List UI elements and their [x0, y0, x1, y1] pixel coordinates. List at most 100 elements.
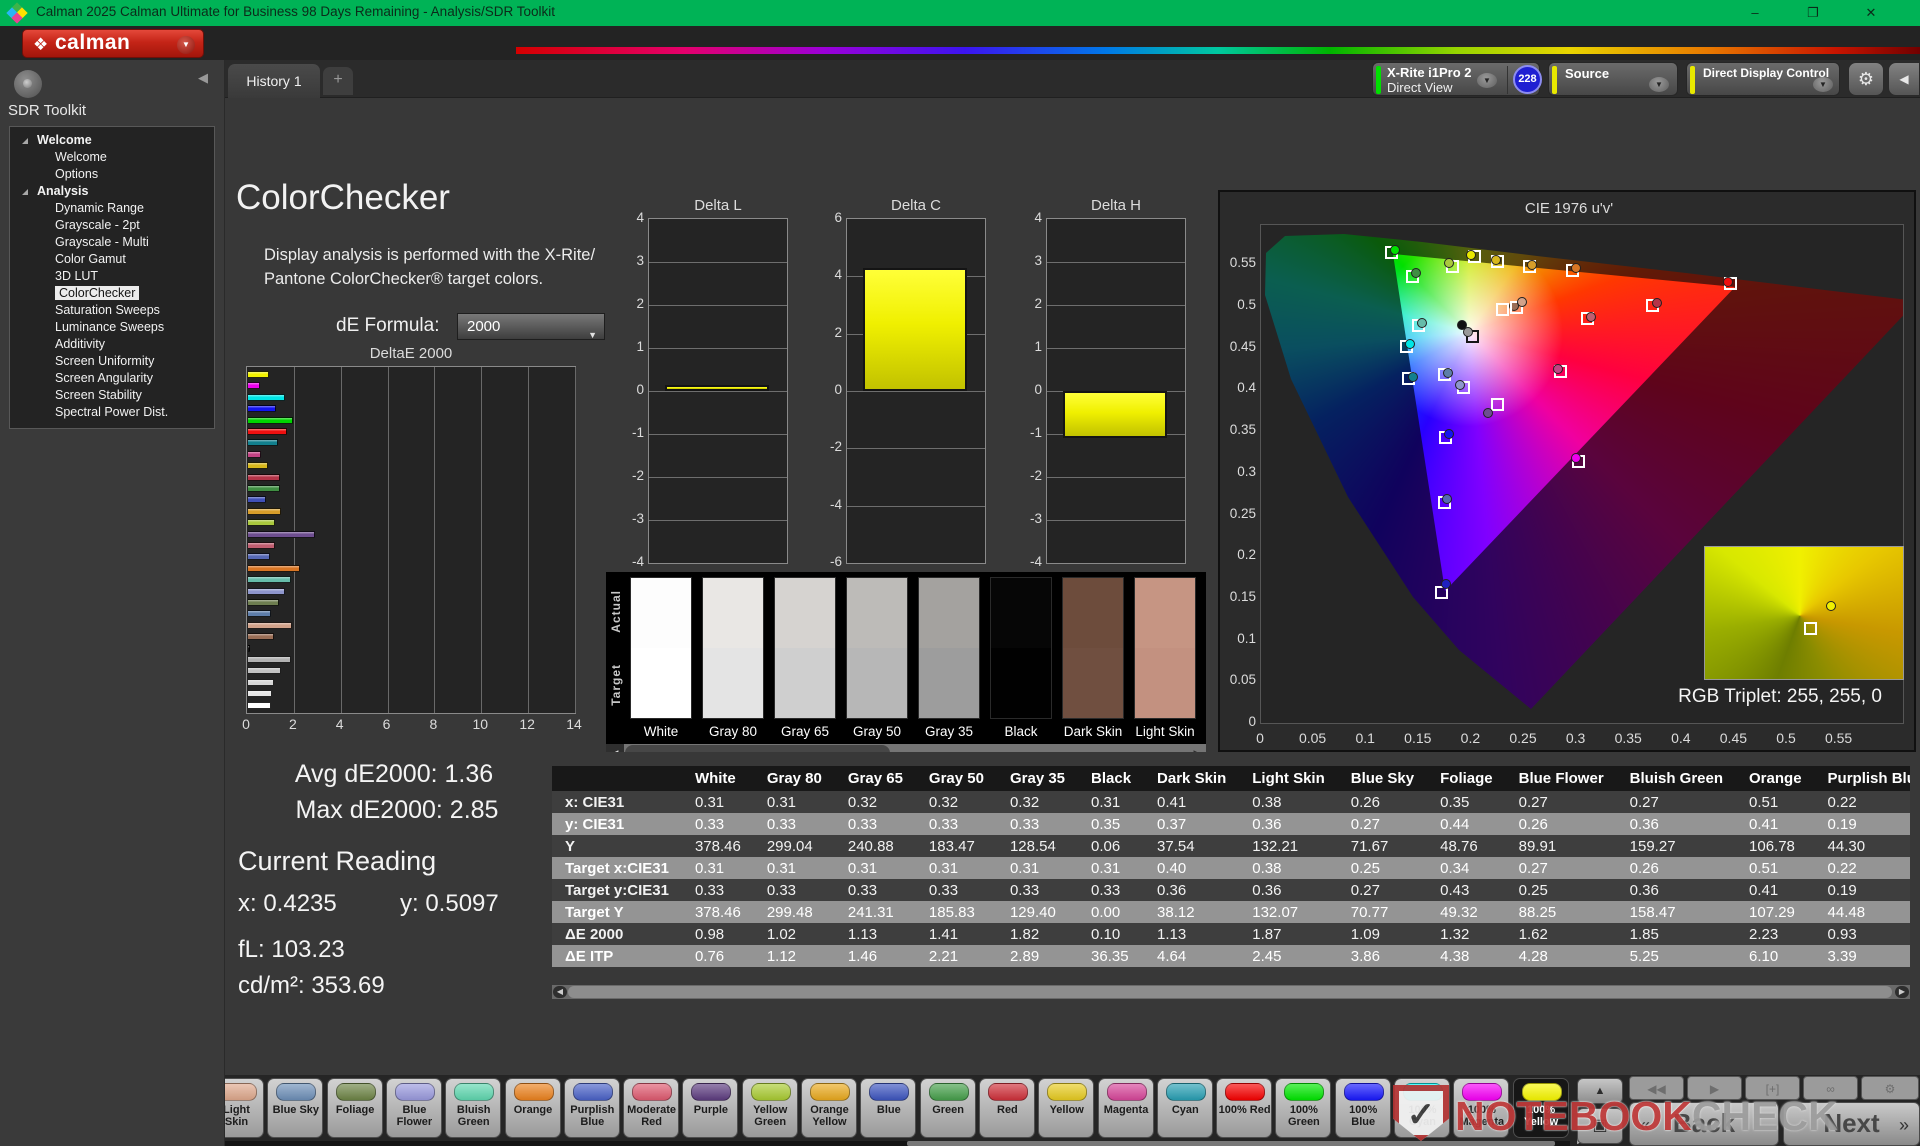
- x-tick-label: 12: [512, 716, 542, 732]
- patch-button-100-red[interactable]: 100% Red: [1216, 1078, 1272, 1138]
- sidebar-item-dynamic-range[interactable]: Dynamic Range: [10, 200, 214, 217]
- window-title: Calman 2025 Calman Ultimate for Business…: [36, 4, 555, 19]
- patch-button-orange[interactable]: Orange: [505, 1078, 561, 1138]
- y-tick-label: -3: [614, 511, 644, 526]
- patch-button-bluish-green[interactable]: Bluish Green: [445, 1078, 501, 1138]
- patch-button-light-skin[interactable]: Light Skin: [225, 1078, 264, 1138]
- table-header-cell: Gray 80: [754, 766, 835, 791]
- scroll-right-icon[interactable]: ▶: [1188, 744, 1206, 752]
- sidebar-item-additivity[interactable]: Additivity: [10, 336, 214, 353]
- patch-button-purplish-blue[interactable]: Purplish Blue: [564, 1078, 620, 1138]
- patch-button-blue-sky[interactable]: Blue Sky: [267, 1078, 323, 1138]
- deltae-bar-blue: [248, 496, 266, 503]
- de-formula-select[interactable]: 2000 ▼: [457, 313, 605, 340]
- patch-button-foliage[interactable]: Foliage: [327, 1078, 383, 1138]
- maximize-icon[interactable]: ❐: [1790, 0, 1836, 26]
- patch-color-chip: [929, 1083, 969, 1101]
- patch-button-cyan[interactable]: Cyan: [1157, 1078, 1213, 1138]
- patch-button-magenta[interactable]: Magenta: [1098, 1078, 1154, 1138]
- patch-color-chip: [1225, 1083, 1265, 1101]
- scroll-left-icon[interactable]: ◀: [606, 744, 624, 752]
- sidebar-item-label: Grayscale - Multi: [55, 235, 149, 249]
- sidebar-item-color-gamut[interactable]: Color Gamut: [10, 251, 214, 268]
- sidebar-item-saturation-sweeps[interactable]: Saturation Sweeps: [10, 302, 214, 319]
- sidebar-item-grayscale-multi[interactable]: Grayscale - Multi: [10, 234, 214, 251]
- settings-button[interactable]: ⚙: [1848, 62, 1884, 96]
- sidebar-item-label: Options: [55, 167, 98, 181]
- expand-arrow-icon[interactable]: [22, 138, 28, 144]
- sidebar-item-welcome[interactable]: Welcome: [10, 132, 214, 149]
- sidebar-item-spectral-power-dist-[interactable]: Spectral Power Dist.: [10, 404, 214, 421]
- meter-dropdown[interactable]: X-Rite i1Pro 2 Direct View ▼ 228: [1372, 62, 1540, 96]
- table-scrollbar[interactable]: ◀ ▶: [552, 985, 1910, 999]
- patch-button-moderate-red[interactable]: Moderate Red: [623, 1078, 679, 1138]
- scroll-left-icon[interactable]: ◀: [553, 986, 567, 998]
- minimize-icon[interactable]: –: [1732, 0, 1778, 26]
- delta-bar: [863, 268, 967, 391]
- table-header-cell: Light Skin: [1239, 766, 1338, 791]
- sidebar-item-colorchecker[interactable]: ColorChecker: [10, 285, 214, 302]
- sidebar-item-3d-lut[interactable]: 3D LUT: [10, 268, 214, 285]
- source-dropdown[interactable]: Source ▼: [1548, 62, 1678, 96]
- gridline: [649, 262, 787, 263]
- patch-button-red[interactable]: Red: [979, 1078, 1035, 1138]
- sidebar-item-luminance-sweeps[interactable]: Luminance Sweeps: [10, 319, 214, 336]
- gridline: [649, 434, 787, 435]
- patch-button-100-blue[interactable]: 100% Blue: [1335, 1078, 1391, 1138]
- sidebar-item-welcome[interactable]: Welcome: [10, 149, 214, 166]
- gridline: [847, 391, 985, 392]
- sidebar-item-analysis[interactable]: Analysis: [10, 183, 214, 200]
- patch-scrollbar[interactable]: ▶: [225, 1141, 1570, 1146]
- patch-button-100-green[interactable]: 100% Green: [1275, 1078, 1331, 1138]
- sidebar-item-screen-angularity[interactable]: Screen Angularity: [10, 370, 214, 387]
- sidebar-item-label: Additivity: [55, 337, 105, 351]
- sidebar-item-grayscale-2pt[interactable]: Grayscale - 2pt: [10, 217, 214, 234]
- display-control-dropdown[interactable]: Direct Display Control ▼: [1686, 62, 1840, 96]
- table-cell: 0.19: [1815, 879, 1910, 901]
- scrollbar-thumb[interactable]: [625, 745, 890, 752]
- patch-button-blue-flower[interactable]: Blue Flower: [386, 1078, 442, 1138]
- patch-button-orange-yellow[interactable]: Orange Yellow: [801, 1078, 857, 1138]
- table-header-cell: Dark Skin: [1144, 766, 1239, 791]
- close-icon[interactable]: ✕: [1848, 0, 1894, 26]
- sidebar-collapse-icon[interactable]: ◀: [198, 70, 208, 86]
- sidebar-item-screen-uniformity[interactable]: Screen Uniformity: [10, 353, 214, 370]
- swatch-gray-65: [774, 577, 836, 719]
- row-label: Target y:CIE31: [552, 879, 682, 901]
- patch-button-yellow[interactable]: Yellow: [1038, 1078, 1094, 1138]
- swatch-actual: [991, 578, 1051, 648]
- scroll-right-icon[interactable]: ▶: [1895, 986, 1909, 998]
- patch-button-green[interactable]: Green: [920, 1078, 976, 1138]
- patch-button-purple[interactable]: Purple: [682, 1078, 738, 1138]
- gridline: [649, 477, 787, 478]
- reading-fl: fL: 103.23: [238, 936, 345, 964]
- options-button[interactable]: ⚙: [1861, 1076, 1919, 1100]
- collapse-panel-button[interactable]: ◀: [1888, 62, 1920, 96]
- meter-count-badge[interactable]: 228: [1513, 65, 1542, 94]
- cie-measured-marker: [1463, 327, 1473, 337]
- table-header-cell: Purplish Blue: [1815, 766, 1910, 791]
- swatch-scrollbar[interactable]: ◀ ▶: [606, 744, 1206, 752]
- swatch-label: Dark Skin: [1053, 724, 1133, 739]
- swatch-light-skin: [1134, 577, 1196, 719]
- table-cell: 0.27: [1506, 791, 1617, 813]
- calman-menu-button[interactable]: ❖ calman ▼: [22, 29, 204, 58]
- table-cell: 49.32: [1427, 901, 1506, 923]
- add-tab-button[interactable]: +: [323, 67, 353, 95]
- scrollbar-thumb[interactable]: [568, 986, 1892, 998]
- sidebar-item-screen-stability[interactable]: Screen Stability: [10, 387, 214, 404]
- patch-button-yellow-green[interactable]: Yellow Green: [742, 1078, 798, 1138]
- workflow-radio-button[interactable]: [14, 70, 42, 98]
- inset-measured-marker: [1826, 601, 1836, 611]
- patch-button-blue[interactable]: Blue: [860, 1078, 916, 1138]
- table-cell: 132.07: [1239, 901, 1338, 923]
- sidebar-item-options[interactable]: Options: [10, 166, 214, 183]
- tab-history-1[interactable]: History 1: [228, 64, 320, 98]
- scrollbar-thumb[interactable]: [907, 1141, 1555, 1146]
- table-cell: 0.41: [1736, 813, 1815, 835]
- display-control-label: Direct Display Control: [1703, 66, 1829, 80]
- patch-button-label: Yellow Green: [744, 1104, 797, 1128]
- expand-arrow-icon[interactable]: [22, 189, 28, 195]
- table-cell: 1.46: [835, 945, 916, 967]
- inset-target-marker: [1804, 622, 1817, 635]
